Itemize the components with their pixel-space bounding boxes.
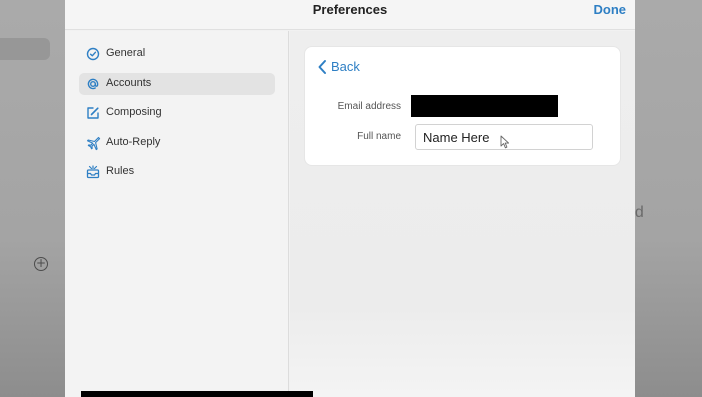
- email-address-value-redacted: [411, 95, 558, 117]
- at-sign-icon: [87, 78, 99, 90]
- sidebar-item-label: Composing: [106, 106, 162, 118]
- airplane-icon: [86, 136, 101, 151]
- account-details-card: Back Email address Full name: [304, 46, 621, 166]
- redaction-bar: [81, 391, 313, 397]
- content-pane: Back Email address Full name: [290, 31, 635, 397]
- compose-icon: [87, 107, 99, 119]
- chevron-left-icon: [318, 60, 326, 74]
- background-selected-row: [0, 38, 50, 60]
- mouse-pointer-icon: [500, 135, 510, 149]
- page-title: Preferences: [312, 2, 388, 17]
- sidebar-item-label: Accounts: [106, 77, 152, 89]
- checkmark-circle-icon: [86, 47, 100, 61]
- preferences-sheet: Preferences Done General Accounts Compos…: [65, 0, 635, 397]
- sidebar-item-composing[interactable]: Composing: [79, 102, 275, 124]
- sidebar-item-label: Rules: [106, 165, 135, 177]
- sidebar-item-general[interactable]: General: [79, 43, 275, 65]
- sidebar-item-rules[interactable]: Rules: [79, 161, 275, 183]
- preferences-sidebar: General Accounts Composing Auto-Reply Ru…: [65, 31, 289, 397]
- plus-circle-icon: +: [34, 256, 48, 271]
- sidebar-item-label: General: [106, 47, 146, 59]
- sidebar-item-auto-reply[interactable]: Auto-Reply: [79, 132, 275, 154]
- back-label: Back: [331, 59, 360, 74]
- sheet-header: Preferences Done: [65, 0, 635, 30]
- rules-inbox-icon: [86, 165, 100, 179]
- full-name-label: Full name: [357, 131, 401, 142]
- done-button[interactable]: Done: [594, 2, 627, 17]
- sidebar-item-accounts[interactable]: Accounts: [79, 73, 275, 95]
- email-address-label: Email address: [337, 101, 401, 112]
- sidebar-item-label: Auto-Reply: [106, 136, 161, 148]
